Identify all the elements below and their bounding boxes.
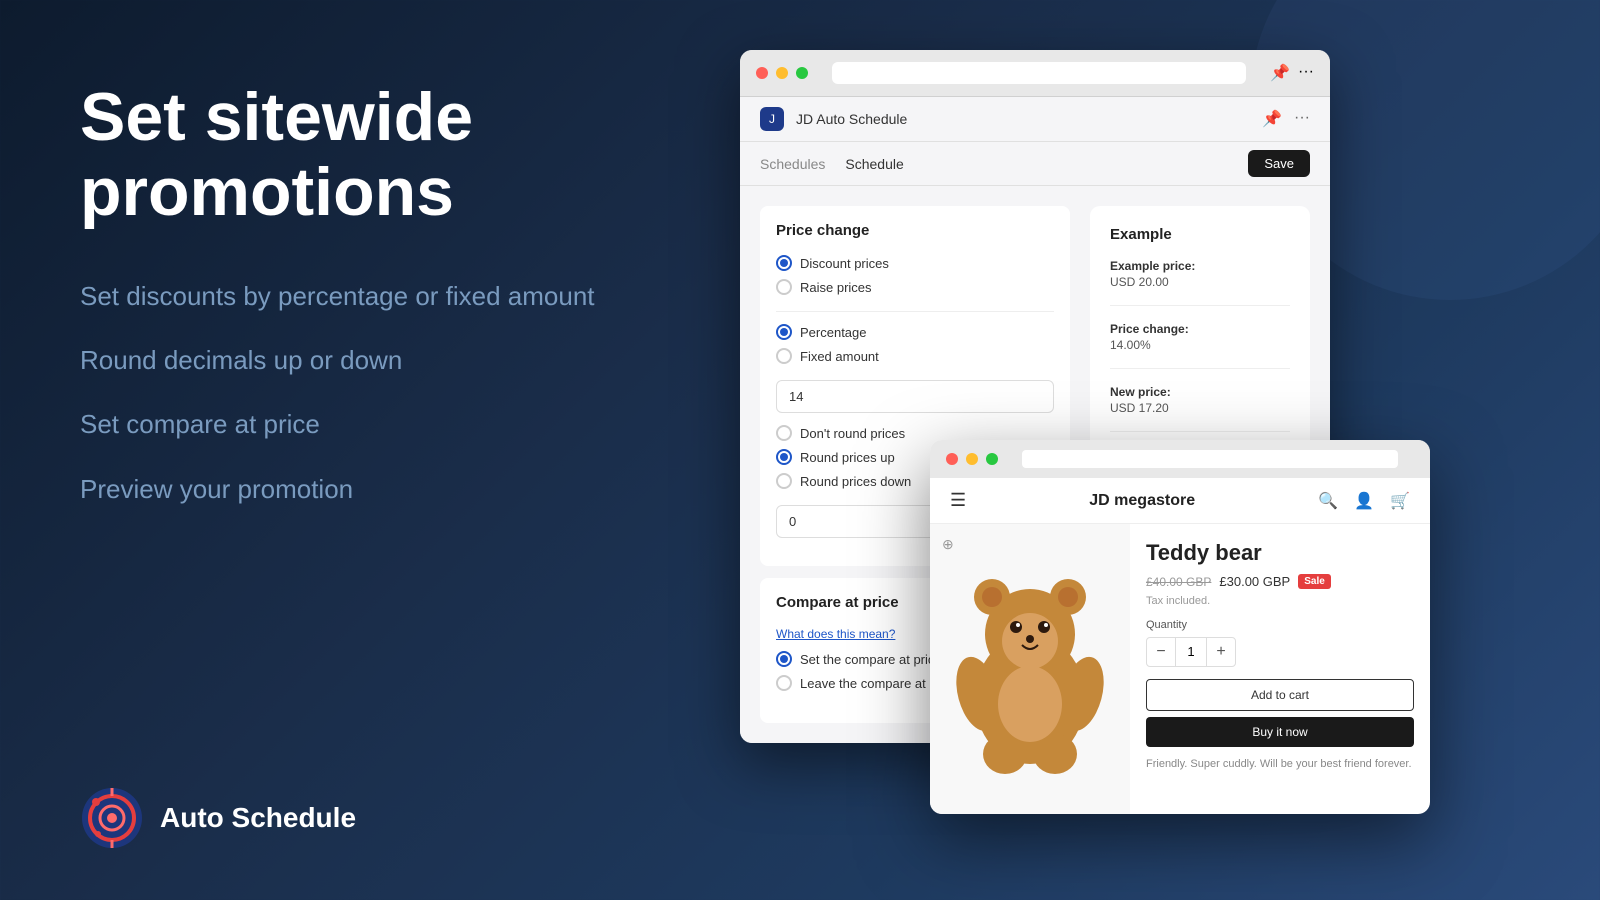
more-icon: ··· xyxy=(1298,63,1314,83)
example-price-row: Example price: USD 20.00 xyxy=(1110,259,1290,306)
titlebar-url-bar xyxy=(832,62,1246,84)
titlebar-maximize-dot[interactable] xyxy=(796,67,808,79)
product-image xyxy=(950,559,1110,779)
quantity-control: − 1 + xyxy=(1146,637,1236,667)
menu-icon-header[interactable]: ··· xyxy=(1294,109,1310,129)
product-details: Teddy bear £40.00 GBP £30.00 GBP Sale Ta… xyxy=(1130,524,1430,814)
feature-item-1: Set discounts by percentage or fixed amo… xyxy=(80,278,740,314)
dont-round-label: Don't round prices xyxy=(800,426,905,441)
product-description: Friendly. Super cuddly. Will be your bes… xyxy=(1146,757,1414,772)
feature-item-3: Set compare at price xyxy=(80,406,740,442)
quantity-label: Quantity xyxy=(1146,619,1414,631)
round-down-radio[interactable] xyxy=(776,473,792,489)
store-name: JD megastore xyxy=(1089,492,1195,510)
logo-text: Auto Schedule xyxy=(160,802,356,834)
left-panel: Set sitewide promotions Set discounts by… xyxy=(80,80,740,535)
app-icon-symbol: J xyxy=(769,112,775,126)
amount-type-group: Percentage Fixed amount xyxy=(776,324,1054,364)
logo-icon xyxy=(80,786,144,850)
new-price: £30.00 GBP xyxy=(1219,574,1290,589)
store-url-bar xyxy=(1022,450,1398,468)
fixed-amount-label: Fixed amount xyxy=(800,349,879,364)
app-icon: J xyxy=(760,107,784,131)
discount-prices-radio[interactable] xyxy=(776,255,792,271)
new-price-row: New price: USD 17.20 xyxy=(1110,385,1290,432)
store-header: ☰ JD megastore 🔍 👤 🛒 xyxy=(930,478,1430,524)
app-header-icons: 📌 ··· xyxy=(1262,109,1310,129)
discount-prices-option[interactable]: Discount prices xyxy=(776,255,1054,271)
search-icon[interactable]: 🔍 xyxy=(1318,491,1338,511)
nav-schedules[interactable]: Schedules xyxy=(760,156,825,172)
round-up-label: Round prices up xyxy=(800,450,895,465)
account-icon[interactable]: 👤 xyxy=(1354,491,1374,511)
logo-area: Auto Schedule xyxy=(80,786,356,850)
price-change-example-value: 14.00% xyxy=(1110,338,1290,352)
percentage-radio[interactable] xyxy=(776,324,792,340)
quantity-minus-button[interactable]: − xyxy=(1147,638,1175,666)
product-name: Teddy bear xyxy=(1146,540,1414,566)
price-change-title: Price change xyxy=(776,222,1054,239)
old-price: £40.00 GBP xyxy=(1146,575,1211,589)
price-row: £40.00 GBP £30.00 GBP Sale xyxy=(1146,574,1414,589)
main-title: Set sitewide promotions xyxy=(80,80,740,230)
app-header: J JD Auto Schedule 📌 ··· xyxy=(740,97,1330,142)
set-compare-radio[interactable] xyxy=(776,651,792,667)
feature-list: Set discounts by percentage or fixed amo… xyxy=(80,278,740,508)
price-change-example-label: Price change: xyxy=(1110,322,1290,336)
new-price-label: New price: xyxy=(1110,385,1290,399)
save-button[interactable]: Save xyxy=(1248,150,1310,177)
dont-round-radio[interactable] xyxy=(776,425,792,441)
store-minimize-dot[interactable] xyxy=(966,453,978,465)
feature-item-4: Preview your promotion xyxy=(80,471,740,507)
add-to-cart-button[interactable]: Add to cart xyxy=(1146,679,1414,711)
cart-icon[interactable]: 🛒 xyxy=(1390,491,1410,511)
main-titlebar: 📌 ··· xyxy=(740,50,1330,97)
pin-icon-header[interactable]: 📌 xyxy=(1262,109,1282,129)
leave-compare-radio[interactable] xyxy=(776,675,792,691)
quantity-plus-button[interactable]: + xyxy=(1207,638,1235,666)
dont-round-option[interactable]: Don't round prices xyxy=(776,425,1054,441)
round-down-label: Round prices down xyxy=(800,474,911,489)
store-header-icons: 🔍 👤 🛒 xyxy=(1318,491,1410,511)
titlebar-minimize-dot[interactable] xyxy=(776,67,788,79)
nav-schedule[interactable]: Schedule xyxy=(845,156,903,172)
round-up-radio[interactable] xyxy=(776,449,792,465)
new-price-value: USD 17.20 xyxy=(1110,401,1290,415)
raise-prices-radio[interactable] xyxy=(776,279,792,295)
quantity-value: 1 xyxy=(1175,638,1207,666)
app-nav: Schedules Schedule Save xyxy=(740,142,1330,186)
example-title: Example xyxy=(1110,226,1290,243)
sale-badge: Sale xyxy=(1298,574,1331,589)
raise-prices-option[interactable]: Raise prices xyxy=(776,279,1054,295)
discount-prices-label: Discount prices xyxy=(800,256,889,271)
product-image-area: ⊕ xyxy=(930,524,1130,814)
store-window: ☰ JD megastore 🔍 👤 🛒 ⊕ xyxy=(930,440,1430,814)
percentage-label: Percentage xyxy=(800,325,867,340)
titlebar-close-dot[interactable] xyxy=(756,67,768,79)
store-close-dot[interactable] xyxy=(946,453,958,465)
percentage-option[interactable]: Percentage xyxy=(776,324,1054,340)
price-value-input[interactable] xyxy=(776,380,1054,413)
example-price-value: USD 20.00 xyxy=(1110,275,1290,289)
tax-info: Tax included. xyxy=(1146,595,1414,607)
titlebar-right-controls: 📌 ··· xyxy=(1270,63,1314,83)
zoom-icon: ⊕ xyxy=(942,536,962,556)
store-titlebar xyxy=(930,440,1430,478)
divider-1 xyxy=(776,311,1054,312)
fixed-amount-option[interactable]: Fixed amount xyxy=(776,348,1054,364)
store-content: ⊕ xyxy=(930,524,1430,814)
app-title: JD Auto Schedule xyxy=(796,111,907,127)
store-maximize-dot[interactable] xyxy=(986,453,998,465)
feature-item-2: Round decimals up or down xyxy=(80,342,740,378)
buy-now-button[interactable]: Buy it now xyxy=(1146,717,1414,747)
price-change-row: Price change: 14.00% xyxy=(1110,322,1290,369)
fixed-amount-radio[interactable] xyxy=(776,348,792,364)
hamburger-icon[interactable]: ☰ xyxy=(950,490,966,511)
example-price-label: Example price: xyxy=(1110,259,1290,273)
price-type-group: Discount prices Raise prices xyxy=(776,255,1054,295)
raise-prices-label: Raise prices xyxy=(800,280,872,295)
pin-icon: 📌 xyxy=(1270,63,1290,83)
